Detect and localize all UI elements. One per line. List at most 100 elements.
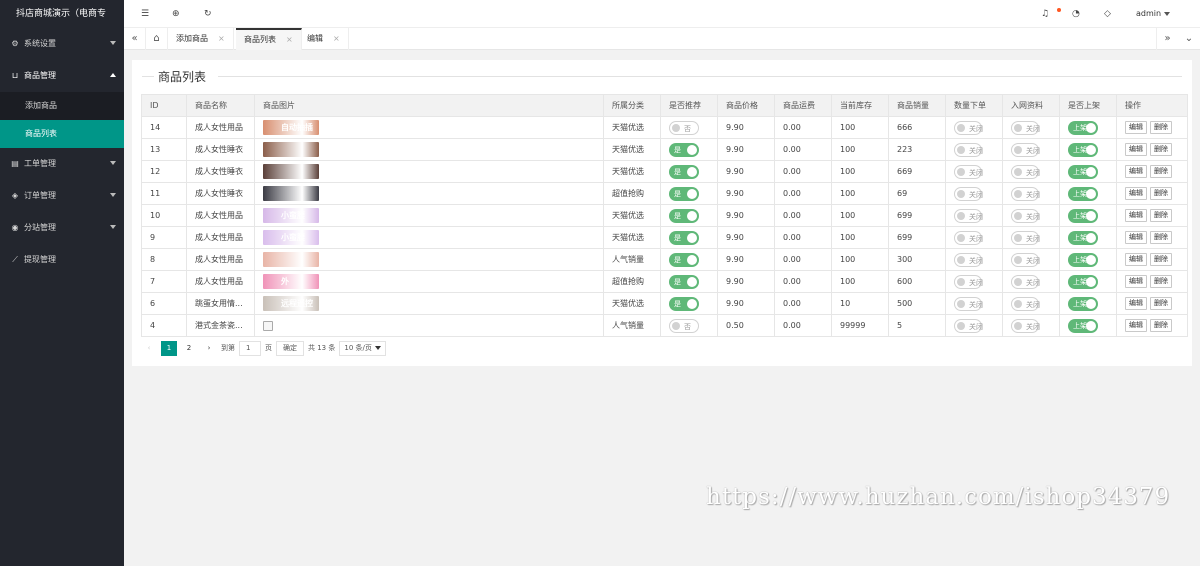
sidebar-item-branch-management[interactable]: ◉ 分站管理 <box>0 212 124 244</box>
recommend-switch[interactable]: 否 <box>669 318 699 333</box>
delete-button[interactable]: 删除 <box>1150 275 1172 288</box>
edit-button[interactable]: 编辑 <box>1125 231 1147 244</box>
network-info-switch[interactable]: 关闭 <box>1011 186 1040 201</box>
onsale-switch[interactable]: 上架 <box>1068 120 1098 135</box>
user-menu[interactable]: admin <box>1136 9 1171 18</box>
edit-button[interactable]: 编辑 <box>1125 187 1147 200</box>
network-info-switch[interactable]: 关闭 <box>1011 252 1040 267</box>
delete-button[interactable]: 删除 <box>1150 121 1172 134</box>
edit-button[interactable]: 编辑 <box>1125 319 1147 332</box>
close-icon[interactable]: × <box>218 34 225 43</box>
network-info-switch[interactable]: 关闭 <box>1011 296 1040 311</box>
onsale-switch[interactable]: 上架 <box>1068 252 1098 267</box>
recommend-switch[interactable]: 是 <box>669 208 699 223</box>
sidebar-item-order-management[interactable]: ◈ 订单管理 <box>0 180 124 212</box>
delete-button[interactable]: 删除 <box>1150 143 1172 156</box>
edit-button[interactable]: 编辑 <box>1125 253 1147 266</box>
refresh-icon[interactable]: ↻ <box>204 9 212 19</box>
qty-order-switch[interactable]: 关闭 <box>954 296 983 311</box>
sidebar-subitem-add-product[interactable]: 添加商品 <box>0 92 124 120</box>
tab-product-list[interactable]: 商品列表 × <box>236 28 302 50</box>
qty-order-switch[interactable]: 关闭 <box>954 252 983 267</box>
page-1-button[interactable]: 1 <box>161 340 177 356</box>
edit-button[interactable]: 编辑 <box>1125 143 1147 156</box>
qty-order-switch[interactable]: 关闭 <box>954 142 983 157</box>
chevron-down-icon[interactable]: ⌄ <box>1178 28 1200 50</box>
recommend-switch[interactable]: 是 <box>669 296 699 311</box>
recommend-switch[interactable]: 是 <box>669 252 699 267</box>
qty-order-switch[interactable]: 关闭 <box>954 120 983 135</box>
bell-icon[interactable]: ♫ <box>1041 9 1049 19</box>
menu-toggle-icon[interactable]: ☰ <box>141 9 149 19</box>
delete-button[interactable]: 删除 <box>1150 165 1172 178</box>
delete-button[interactable]: 删除 <box>1150 297 1172 310</box>
qty-order-switch[interactable]: 关闭 <box>954 164 983 179</box>
sidebar-item-withdraw-management[interactable]: ⟋ 提现管理 <box>0 244 124 276</box>
sidebar-item-ticket-management[interactable]: ▤ 工单管理 <box>0 148 124 180</box>
network-info-switch[interactable]: 关闭 <box>1011 142 1040 157</box>
edit-button[interactable]: 编辑 <box>1125 121 1147 134</box>
next-page-button[interactable]: › <box>201 341 217 356</box>
edit-button[interactable]: 编辑 <box>1125 297 1147 310</box>
goto-confirm-button[interactable]: 确定 <box>276 340 304 356</box>
tab-add-product[interactable]: 添加商品 × <box>168 28 234 50</box>
recommend-switch[interactable]: 是 <box>669 186 699 201</box>
qty-order-switch[interactable]: 关闭 <box>954 274 983 289</box>
delete-button[interactable]: 删除 <box>1150 231 1172 244</box>
onsale-switch[interactable]: 上架 <box>1068 142 1098 157</box>
qty-order-switch[interactable]: 关闭 <box>954 318 983 333</box>
onsale-switch[interactable]: 上架 <box>1068 208 1098 223</box>
cell-shipping: 0.00 <box>774 204 832 227</box>
per-page-select[interactable]: 10 条/页 <box>339 340 386 356</box>
recommend-switch[interactable]: 否 <box>669 120 699 135</box>
network-info-switch[interactable]: 关闭 <box>1011 274 1040 289</box>
edit-button[interactable]: 编辑 <box>1125 165 1147 178</box>
network-info-switch[interactable]: 关闭 <box>1011 230 1040 245</box>
delete-button[interactable]: 删除 <box>1150 253 1172 266</box>
scroll-right-icon[interactable]: » <box>1156 28 1178 50</box>
column-header: 是否上架 <box>1059 94 1117 117</box>
sidebar-subitem-product-list[interactable]: 商品列表 <box>0 120 124 148</box>
edit-button[interactable]: 编辑 <box>1125 209 1147 222</box>
goto-page-input[interactable]: 1 <box>239 340 261 356</box>
close-icon[interactable]: × <box>333 34 340 43</box>
onsale-switch[interactable]: 上架 <box>1068 230 1098 245</box>
network-info-switch[interactable]: 关闭 <box>1011 318 1040 333</box>
cell-onsale: 上架 <box>1059 160 1117 183</box>
recommend-switch[interactable]: 是 <box>669 142 699 157</box>
onsale-switch[interactable]: 上架 <box>1068 318 1098 333</box>
sidebar-item-product-management[interactable]: ⊔ 商品管理 <box>0 60 124 92</box>
delete-button[interactable]: 删除 <box>1150 187 1172 200</box>
top-bar: ☰ ⊕ ↻ ♫ ◔ ◇ admin <box>124 0 1200 28</box>
prev-page-button[interactable]: ‹ <box>141 341 157 356</box>
page-2-button[interactable]: 2 <box>181 341 197 356</box>
onsale-switch[interactable]: 上架 <box>1068 296 1098 311</box>
onsale-switch[interactable]: 上架 <box>1068 186 1098 201</box>
cell-stock: 99999 <box>831 314 889 337</box>
recommend-switch[interactable]: 是 <box>669 274 699 289</box>
qty-order-switch[interactable]: 关闭 <box>954 230 983 245</box>
network-info-switch[interactable]: 关闭 <box>1011 164 1040 179</box>
sidebar-item-system-settings[interactable]: ⚙ 系统设置 <box>0 28 124 60</box>
qty-order-switch[interactable]: 关闭 <box>954 208 983 223</box>
globe-icon[interactable]: ⊕ <box>172 9 180 19</box>
delete-button[interactable]: 删除 <box>1150 209 1172 222</box>
product-thumbnail <box>263 164 319 179</box>
cell-stock: 100 <box>831 116 889 139</box>
cell-qty-order: 关闭 <box>945 270 1003 293</box>
home-icon[interactable]: ⌂ <box>146 28 168 50</box>
onsale-switch[interactable]: 上架 <box>1068 164 1098 179</box>
recommend-switch[interactable]: 是 <box>669 230 699 245</box>
recommend-switch[interactable]: 是 <box>669 164 699 179</box>
delete-button[interactable]: 删除 <box>1150 319 1172 332</box>
edit-button[interactable]: 编辑 <box>1125 275 1147 288</box>
qty-order-switch[interactable]: 关闭 <box>954 186 983 201</box>
tag-icon[interactable]: ◇ <box>1104 9 1111 19</box>
onsale-switch[interactable]: 上架 <box>1068 274 1098 289</box>
close-icon[interactable]: × <box>286 35 293 44</box>
network-info-switch[interactable]: 关闭 <box>1011 208 1040 223</box>
tab-edit[interactable]: 编辑 × <box>299 28 349 50</box>
theme-icon[interactable]: ◔ <box>1072 9 1080 19</box>
scroll-left-icon[interactable]: « <box>124 28 146 50</box>
network-info-switch[interactable]: 关闭 <box>1011 120 1040 135</box>
